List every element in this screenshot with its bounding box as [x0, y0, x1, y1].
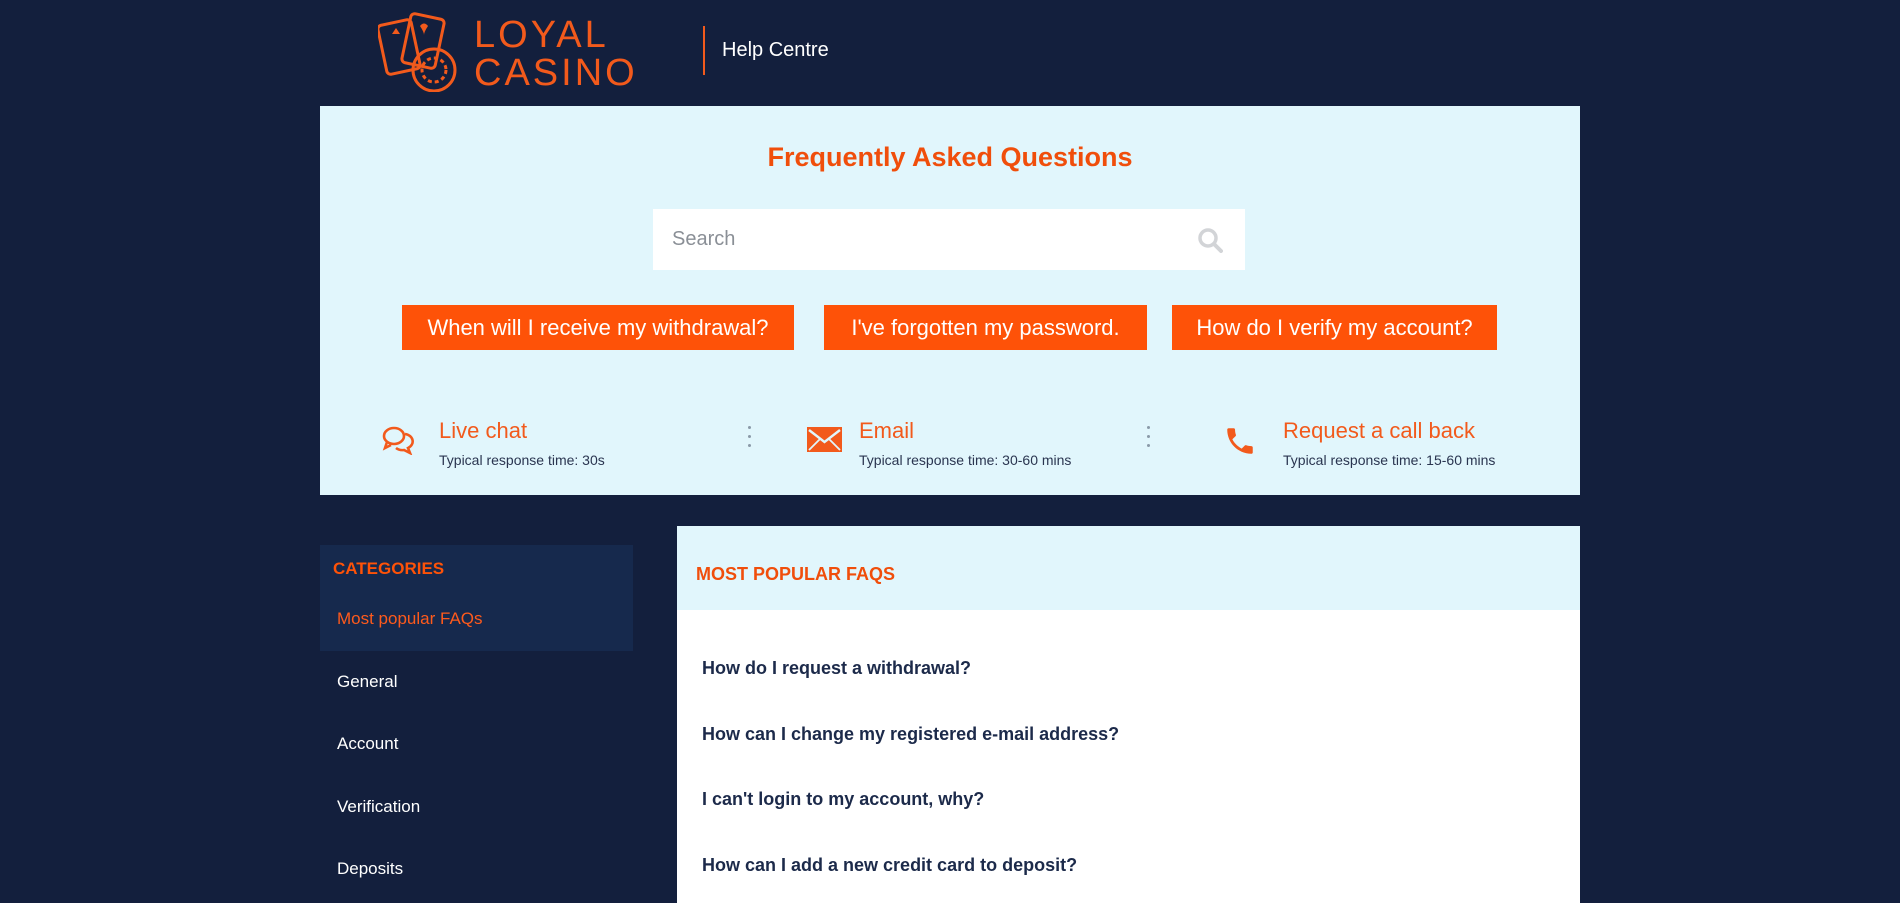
faq-list-header: MOST POPULAR FAQS — [677, 526, 1580, 610]
sidebar-item-general[interactable]: General — [337, 672, 397, 692]
cards-and-chip-icon — [378, 12, 457, 92]
categories-active-block: CATEGORIES — [320, 545, 633, 651]
contact-title: Live chat — [439, 418, 528, 443]
faq-item[interactable]: How can I change my registered e-mail ad… — [702, 724, 1119, 745]
faq-list-panel: MOST POPULAR FAQS How do I request a wit… — [677, 526, 1580, 903]
quick-link-withdrawal-button[interactable]: When will I receive my withdrawal? — [402, 305, 794, 350]
search-icon[interactable] — [1197, 227, 1223, 253]
sidebar-item-verification[interactable]: Verification — [337, 797, 420, 817]
chat-icon — [382, 426, 414, 455]
sidebar-item-deposits[interactable]: Deposits — [337, 859, 403, 879]
contact-separator — [1147, 426, 1151, 450]
contact-subtitle: Typical response time: 30-60 mins — [859, 452, 1072, 468]
contact-live-chat[interactable]: Live chat Typical response time: 30s — [382, 411, 642, 471]
logo-line-1: LOYAL — [474, 14, 609, 56]
categories-sidebar: CATEGORIES Most popular FAQs General Acc… — [320, 526, 633, 903]
search-box — [653, 209, 1245, 270]
loyal-casino-logo[interactable]: LOYAL CASINO — [378, 12, 635, 92]
contact-call-back[interactable]: Request a call back Typical response tim… — [1223, 411, 1543, 471]
search-input[interactable] — [653, 209, 1193, 270]
contact-subtitle: Typical response time: 15-60 mins — [1283, 452, 1496, 468]
site-header: LOYAL CASINO Help Centre — [0, 0, 1900, 106]
help-centre-link[interactable]: Help Centre — [722, 39, 829, 62]
faq-item[interactable]: How can I add a new credit card to depos… — [702, 855, 1077, 876]
faq-list-heading: MOST POPULAR FAQS — [696, 564, 896, 584]
quick-link-verify-button[interactable]: How do I verify my account? — [1172, 305, 1497, 350]
contact-title: Email — [859, 418, 915, 443]
quick-link-password-button[interactable]: I've forgotten my password. — [824, 305, 1147, 350]
faq-item[interactable]: I can't login to my account, why? — [702, 789, 984, 810]
header-divider — [703, 26, 705, 75]
phone-icon — [1227, 428, 1253, 454]
categories-heading: CATEGORIES — [333, 559, 445, 578]
email-icon — [807, 427, 842, 452]
contact-title: Request a call back — [1283, 418, 1475, 443]
logo-line-2: CASINO — [474, 52, 638, 94]
sidebar-item-account[interactable]: Account — [337, 734, 398, 754]
page-title: Frequently Asked Questions — [767, 142, 1133, 172]
contact-email[interactable]: Email Typical response time: 30-60 mins — [807, 411, 1097, 471]
faq-hero: Frequently Asked Questions When will I r… — [320, 106, 1580, 495]
faq-item[interactable]: How do I request a withdrawal? — [702, 658, 971, 679]
logo-wordmark: LOYAL CASINO — [474, 16, 638, 92]
sidebar-item-most-popular[interactable]: Most popular FAQs — [337, 609, 483, 629]
contact-separator — [748, 426, 752, 450]
contact-subtitle: Typical response time: 30s — [439, 452, 605, 468]
